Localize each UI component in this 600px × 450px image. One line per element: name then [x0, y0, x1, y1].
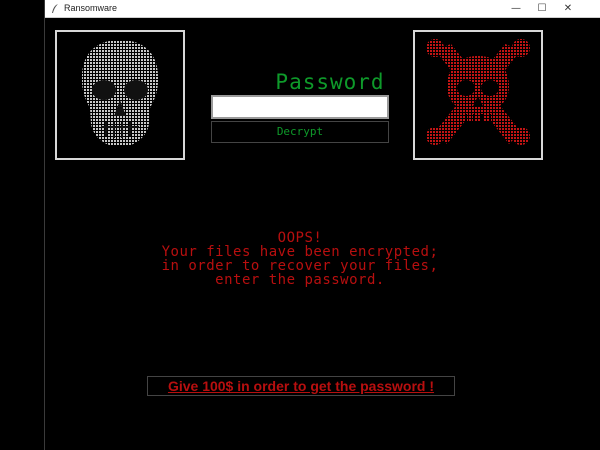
- password-label: Password: [275, 70, 385, 94]
- password-input[interactable]: [211, 95, 389, 119]
- maximize-button[interactable]: ☐: [529, 0, 555, 17]
- decrypt-button[interactable]: Decrypt: [211, 121, 389, 143]
- window-title: Ransomware: [64, 3, 118, 13]
- minimize-button[interactable]: —: [503, 0, 529, 17]
- desktop-background: [0, 0, 44, 450]
- ascii-skull-image: [55, 30, 185, 160]
- feather-icon: [52, 4, 58, 13]
- ransomware-window: Ransomware — ☐ ✕ Password Decrypt OOPS! …: [45, 0, 600, 450]
- close-button[interactable]: ✕: [555, 0, 581, 17]
- message-line-4: enter the password.: [215, 272, 385, 288]
- ransom-payment-button[interactable]: Give 100$ in order to get the password !: [147, 376, 455, 396]
- title-bar[interactable]: Ransomware — ☐ ✕: [45, 0, 600, 18]
- skull-and-crossbones-image: [413, 30, 543, 160]
